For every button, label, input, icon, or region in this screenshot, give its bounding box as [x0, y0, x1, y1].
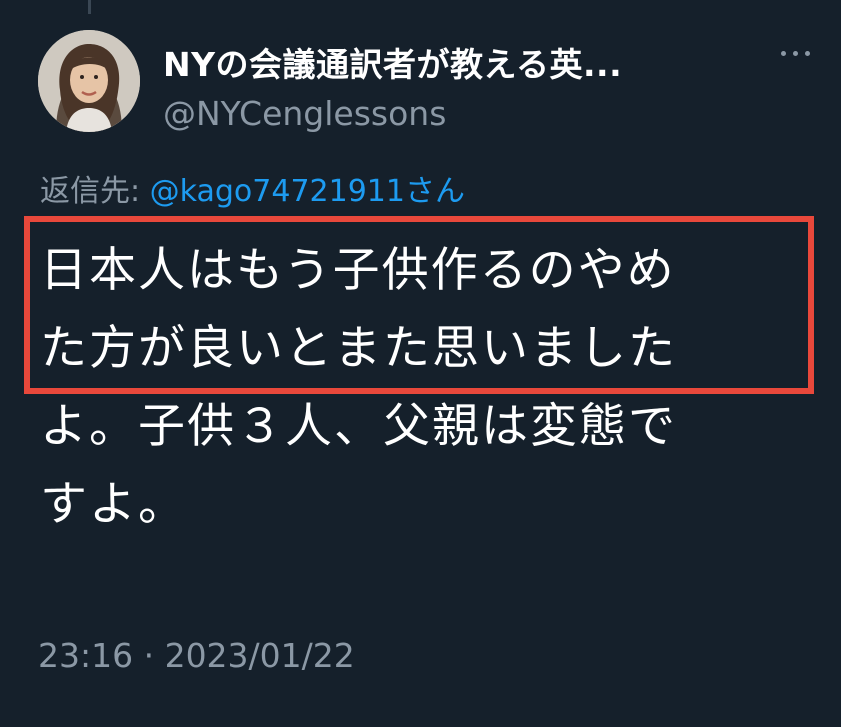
- reply-to-user-link[interactable]: @kago74721911: [150, 174, 405, 209]
- reply-to-suffix: さん: [404, 174, 465, 209]
- more-options-icon[interactable]: [770, 36, 820, 70]
- avatar-image: [38, 30, 140, 132]
- tweet-body-line: よ。子供３人、父親は変態で: [40, 399, 677, 454]
- profile-avatar[interactable]: [38, 30, 140, 132]
- reply-to-line: 返信先: @kago74721911さん: [40, 166, 465, 210]
- highlight-annotation-box: [24, 216, 814, 394]
- display-name[interactable]: NYの会議通訳者が教える英...: [163, 38, 622, 86]
- thread-connector-line: [88, 0, 91, 14]
- more-dot: [804, 50, 810, 56]
- reply-to-label: 返信先:: [40, 174, 150, 209]
- more-dot: [792, 50, 798, 56]
- tweet-body-line: すよ。: [40, 477, 187, 532]
- more-dot: [780, 50, 786, 56]
- user-handle[interactable]: @NYCenglessons: [163, 94, 446, 133]
- tweet-timestamp[interactable]: 23:16 · 2023/01/22: [38, 636, 355, 675]
